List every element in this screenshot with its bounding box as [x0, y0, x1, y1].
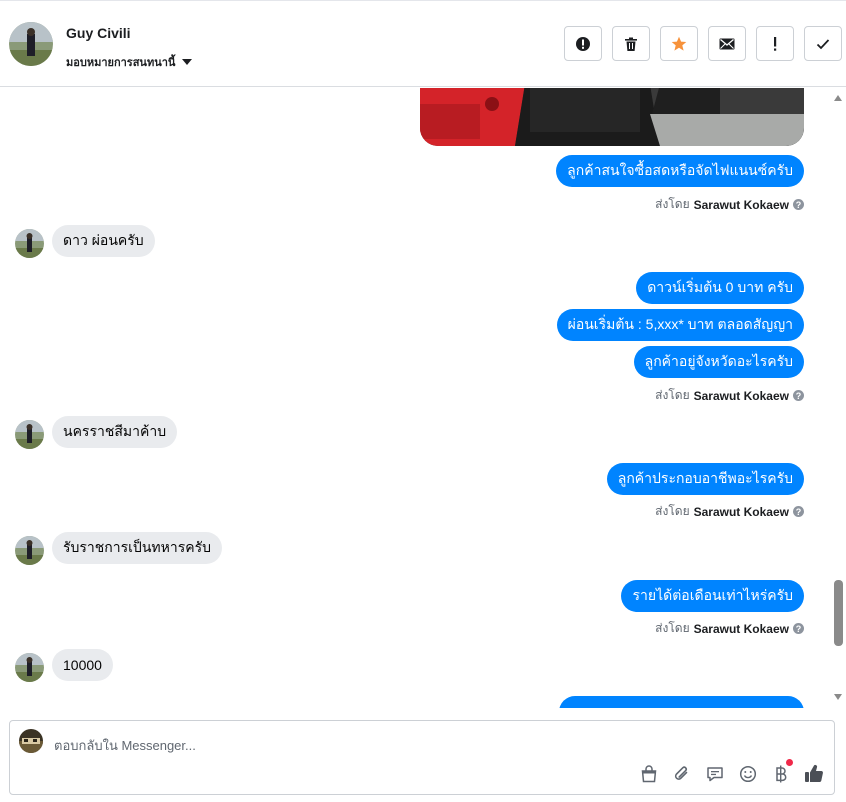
- help-icon[interactable]: ?: [793, 390, 804, 401]
- agent-name[interactable]: Sarawut Kokaew: [694, 389, 789, 403]
- assign-conversation-dropdown[interactable]: มอบหมายการสนทนานี้: [66, 53, 193, 71]
- quick-reply-button[interactable]: [704, 763, 725, 784]
- checkmark-icon: [816, 38, 830, 49]
- contact-avatar-small[interactable]: [15, 653, 44, 682]
- contact-avatar-small[interactable]: [15, 536, 44, 565]
- incoming-message[interactable]: นครราชสีมาค้าบ: [52, 416, 178, 448]
- scroll-down-arrow-icon[interactable]: [834, 694, 842, 700]
- incoming-message[interactable]: รับราชการเป็นทหารครับ: [52, 532, 222, 564]
- reply-input[interactable]: ตอบกลับใน Messenger...: [54, 735, 196, 756]
- follow-up-button[interactable]: [756, 26, 794, 61]
- composer-toolbar: [638, 759, 824, 784]
- quick-reply-icon: [706, 766, 723, 781]
- outgoing-message[interactable]: ลูกค้าประกอบอาชีพอะไรครับ: [606, 463, 804, 495]
- notification-dot: [786, 759, 793, 766]
- help-icon[interactable]: ?: [793, 623, 804, 634]
- payment-button[interactable]: [770, 759, 793, 784]
- sent-by-label: ส่งโดย Sarawut Kokaew ?: [655, 619, 804, 638]
- assign-label: มอบหมายการสนทนานี้: [66, 57, 176, 69]
- help-icon[interactable]: ?: [793, 506, 804, 517]
- sent-by-prefix: ส่งโดย: [655, 388, 690, 402]
- contact-avatar-small[interactable]: [15, 420, 44, 449]
- outgoing-message[interactable]: รายได้ต่อเดือนเท่าไหร่ครับ: [621, 580, 804, 612]
- star-icon: [671, 36, 687, 51]
- incoming-message[interactable]: 10000: [52, 649, 113, 681]
- shopping-bag-icon: [641, 764, 656, 782]
- caret-down-icon: [182, 59, 193, 65]
- reply-composer[interactable]: ตอบกลับใน Messenger...: [9, 720, 835, 795]
- mark-spam-button[interactable]: [564, 26, 602, 61]
- trash-icon: [625, 37, 637, 51]
- star-button[interactable]: [660, 26, 698, 61]
- contact-avatar[interactable]: [9, 22, 53, 66]
- scrollbar-thumb[interactable]: [834, 580, 843, 646]
- car-interior-photo[interactable]: [420, 88, 804, 146]
- mark-unread-button[interactable]: [708, 26, 746, 61]
- alert-circle-icon: [576, 36, 590, 51]
- message-thread[interactable]: ลูกค้าสนใจซื้อสดหรือจัดไฟแนนซ์ครับ ส่งโด…: [0, 88, 832, 708]
- attach-button[interactable]: [671, 763, 692, 784]
- help-icon[interactable]: ?: [793, 199, 804, 210]
- outgoing-message[interactable]: ลูกค้าสนใจซื้อสดหรือจัดไฟแนนซ์ครับ: [556, 155, 804, 187]
- sent-by-label: ส่งโดย Sarawut Kokaew ?: [655, 386, 804, 405]
- contact-name[interactable]: Guy Civili: [66, 25, 131, 41]
- outgoing-message[interactable]: ดาวน์เริ่มต้น 0 บาท ครับ: [636, 272, 804, 304]
- conversation-actions: [564, 26, 842, 61]
- agent-name[interactable]: Sarawut Kokaew: [694, 198, 789, 212]
- incoming-message[interactable]: ดาว ผ่อนครับ: [52, 225, 155, 257]
- sent-by-prefix: ส่งโดย: [655, 504, 690, 518]
- envelope-icon: [719, 38, 735, 49]
- emoji-icon: [739, 765, 756, 782]
- shopping-bag-button[interactable]: [638, 763, 659, 784]
- emoji-button[interactable]: [737, 763, 758, 784]
- conversation-header: Guy Civili มอบหมายการสนทนานี้: [0, 0, 846, 87]
- contact-avatar-small[interactable]: [15, 229, 44, 258]
- sent-by-prefix: ส่งโดย: [655, 197, 690, 211]
- thumbs-up-icon: [804, 764, 823, 783]
- delete-button[interactable]: [612, 26, 650, 61]
- scroll-up-arrow-icon[interactable]: [834, 95, 842, 101]
- sent-by-label: ส่งโดย Sarawut Kokaew ?: [655, 195, 804, 214]
- done-button[interactable]: [804, 26, 842, 61]
- paperclip-icon: [674, 765, 687, 780]
- baht-icon: [775, 765, 786, 782]
- outgoing-message[interactable]: ลูกค้าอยู่จังหวัดอะไรครับ: [633, 346, 804, 378]
- like-button[interactable]: [803, 763, 824, 784]
- messenger-conversation: Guy Civili มอบหมายการสนทนานี้ ลูกค้าสนใจ…: [0, 0, 846, 802]
- page-avatar: [19, 729, 43, 753]
- exclamation-icon: [774, 36, 777, 51]
- agent-name[interactable]: Sarawut Kokaew: [694, 622, 789, 636]
- sent-by-prefix: ส่งโดย: [655, 621, 690, 635]
- outgoing-message[interactable]: ผ่อนเริ่มต้น : 5,xxx* บาท ตลอดสัญญา: [556, 309, 804, 341]
- agent-name[interactable]: Sarawut Kokaew: [694, 505, 789, 519]
- outgoing-message-partial[interactable]: [559, 696, 804, 708]
- sent-by-label: ส่งโดย Sarawut Kokaew ?: [655, 502, 804, 521]
